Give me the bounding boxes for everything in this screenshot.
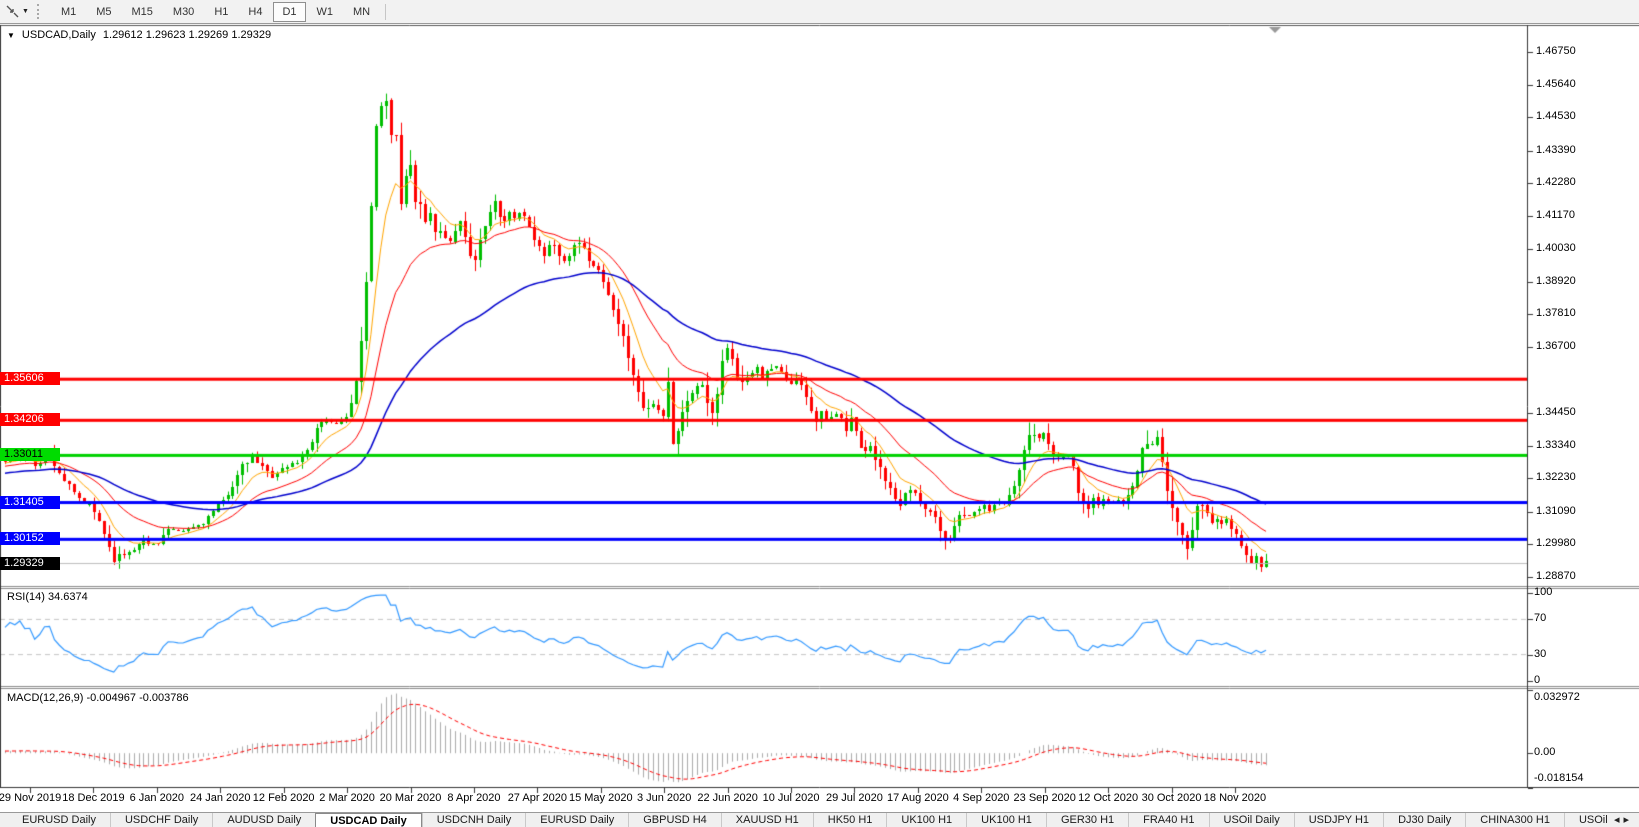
date-tick-label: 10 Jul 2020 [762,792,820,804]
price-tick-label: 1.28870 [1536,569,1576,582]
price-line-tag[interactable]: 1.34206 [0,413,60,427]
price-tick-label: 1.38920 [1536,274,1576,287]
chart-canvas[interactable] [0,24,1639,794]
date-tick-label: 2 Mar 2020 [319,792,375,804]
rsi-tick-label: 70 [1534,612,1547,625]
symbol-tab-hk50-h1-8[interactable]: HK50 H1 [812,813,887,827]
price-tick-label: 1.32230 [1536,471,1576,484]
price-tick-label: 1.40030 [1536,242,1576,255]
symbol-tab-dj30-daily-15[interactable]: DJ30 Daily [1383,813,1465,827]
date-tick-label: 15 May 2020 [568,792,633,804]
date-tick-label: 29 Jul 2020 [826,792,883,804]
date-tick-label: 30 Oct 2020 [1141,792,1202,804]
symbol-tab-eurusd-daily-5[interactable]: EURUSD Daily [525,813,628,827]
symbol-tab-usdcnh-daily-4[interactable]: USDCNH Daily [421,813,526,827]
symbol-tab-xauusd-h1-7[interactable]: XAUUSD H1 [720,813,813,827]
date-tick-label: 27 Apr 2020 [507,792,568,804]
symbol-tab-audusd-daily-2[interactable]: AUDUSD Daily [212,813,315,827]
macd-tick-label: 0.032972 [1534,691,1580,703]
price-tick-label: 1.46750 [1536,45,1576,57]
date-tick-label: 29 Nov 2019 [0,792,62,804]
toolbar-grip[interactable] [36,4,44,19]
price-line-tag[interactable]: 1.35606 [0,372,60,386]
timeframe-button-d1[interactable]: D1 [273,1,306,22]
price-tick-label: 1.34450 [1536,406,1576,419]
date-tick-label: 8 Apr 2020 [447,792,501,804]
date-tick-label: 24 Jan 2020 [189,792,251,804]
timeframe-button-mn[interactable]: MN [344,2,379,22]
date-tick-label: 23 Sep 2020 [1013,792,1076,804]
timeframe-button-h4[interactable]: H4 [239,2,271,22]
ohlc-values-label: 1.29612 1.29623 1.29269 1.29329 [102,29,272,41]
rsi-label: RSI(14) 34.6374 [7,591,88,603]
toolbar-separator [385,3,387,20]
price-line-tag[interactable]: 1.29329 [0,556,60,570]
price-tick-label: 1.45640 [1536,77,1576,90]
rsi-tick-label: 0 [1534,674,1541,686]
symbol-tab-eurusd-daily-0[interactable]: EURUSD Daily [8,813,110,827]
symbol-tab-usdchf-daily-1[interactable]: USDCHF Daily [109,813,212,827]
rsi-tick-label: 100 [1534,586,1553,598]
date-tick-label: 12 Feb 2020 [252,792,315,804]
date-tick-label: 18 Nov 2020 [1203,792,1267,804]
symbol-tab-ger30-h1-11[interactable]: GER30 H1 [1045,813,1128,827]
symbol-tab-fra40-h1-12[interactable]: FRA40 H1 [1128,813,1208,827]
price-tick-label: 1.43390 [1536,143,1576,156]
rsi-tick-label: 30 [1534,647,1547,660]
symbol-period-label: USDCAD,Daily [21,29,96,41]
timeframe-button-w1[interactable]: W1 [308,2,343,22]
timeframe-button-m5[interactable]: M5 [87,2,120,22]
trading-terminal-window: ▼ M1 M5 M15 M30 H1 H4 D1 W1 MN ▼ USDCAD,Daily 1.… [0,0,1639,827]
price-line-tag[interactable]: 1.31405 [0,495,60,509]
timeframe-toolbar: ▼ M1 M5 M15 M30 H1 H4 D1 W1 MN [0,0,1639,24]
tabbar-scroll-arrows[interactable]: ◂▸ [1609,813,1637,827]
chart-type-dropdown-icon[interactable]: ▼ [22,8,29,15]
timeframe-button-m15[interactable]: M15 [123,2,162,22]
price-tick-label: 1.44530 [1536,110,1576,123]
symbol-tab-usdjpy-h1-14[interactable]: USDJPY H1 [1293,813,1383,827]
date-tick-label: 18 Dec 2019 [62,792,125,804]
price-tick-label: 1.36700 [1536,340,1576,353]
date-tick-label: 6 Jan 2020 [129,792,185,804]
price-tick-label: 1.31090 [1536,504,1576,517]
price-tick-label: 1.37810 [1536,307,1576,320]
price-tick-label: 1.29980 [1536,537,1576,550]
symbol-tabbar: EURUSD Daily USDCHF Daily AUDUSD Daily USDC… [0,812,1639,827]
date-tick-label: 22 Jun 2020 [697,792,758,804]
date-tick-label: 17 Aug 2020 [886,792,949,804]
price-line-tag[interactable]: 1.30152 [0,532,60,546]
timeframe-button-h1[interactable]: H1 [205,2,237,22]
price-tick-label: 1.33340 [1536,438,1576,451]
symbol-tab-usdcad-daily-3[interactable]: USDCAD Daily [315,813,422,827]
symbol-tab-china300-h1-16[interactable]: CHINA300 H1 [1465,813,1564,827]
collapse-indicator-icon[interactable]: ▼ [7,29,15,42]
tab-scroll-right-icon[interactable]: ▸ [1623,814,1633,826]
crosshair-cursor-icon[interactable] [5,4,21,19]
price-line-tag[interactable]: 1.33011 [0,448,60,462]
symbol-tab-usoil-daily-13[interactable]: USOil Daily [1208,813,1294,827]
date-tick-label: 12 Oct 2020 [1078,792,1139,804]
symbol-tab-gbpusd-h4-6[interactable]: GBPUSD H4 [628,813,721,827]
symbol-tab-uk100-h1-10[interactable]: UK100 H1 [966,813,1046,827]
price-tick-label: 1.42280 [1536,176,1576,189]
macd-label: MACD(12,26,9) -0.004967 -0.003786 [7,692,189,704]
timeframe-button-m30[interactable]: M30 [164,2,203,22]
date-tick-label: 3 Jun 2020 [636,792,692,804]
chart-title: ▼ USDCAD,Daily 1.29612 1.29623 1.29269 1… [7,29,271,42]
macd-tick-label: -0.018154 [1534,772,1584,784]
timeframe-button-m1[interactable]: M1 [52,2,85,22]
macd-tick-label: 0.00 [1534,746,1556,759]
price-tick-label: 1.41170 [1536,208,1575,221]
symbol-tab-uk100-h1-9[interactable]: UK100 H1 [886,813,966,827]
date-tick-label: 20 Mar 2020 [379,792,442,804]
date-tick-label: 4 Sep 2020 [953,792,1010,804]
